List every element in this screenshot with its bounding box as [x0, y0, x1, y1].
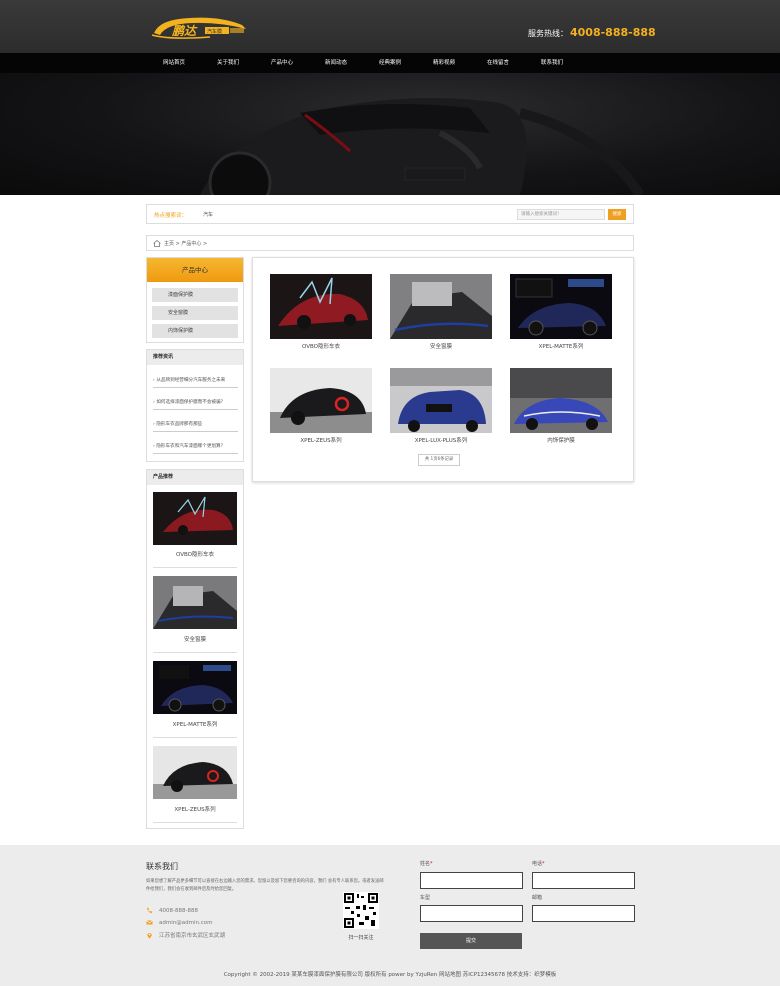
news-item[interactable]: › 隐形车衣和汽车漆面哪个更划算？ — [153, 443, 238, 454]
product-thumb-matte[interactable] — [153, 661, 237, 714]
hot-search-label: 热点搜索词： — [154, 213, 188, 219]
banner-car-image — [200, 98, 645, 195]
product-caption[interactable]: XPEL-LUX-PLUS系列 — [390, 436, 492, 444]
product-grid: OVBO隐形车衣 安全窗膜 XPEL-MATTE系列 XPEL-ZEUS系列 X… — [252, 257, 634, 482]
name-input[interactable] — [420, 872, 523, 889]
breadcrumb: 主页 > 产品中心 > — [146, 235, 634, 251]
nav-home[interactable]: 网站首页 — [147, 53, 201, 73]
main-nav: 网站首页 关于我们 产品中心 新闻动态 经典案例 精彩视频 在线留言 联系我们 — [0, 53, 780, 73]
qr-code-icon — [343, 892, 379, 929]
nav-message[interactable]: 在线留言 — [471, 53, 525, 73]
contact-address: 江苏省南京市玄武区玄武湖 — [146, 931, 225, 939]
hotline: 服务热线： 4008-888-888 — [528, 26, 656, 39]
contact-email: admin@admin.com — [146, 919, 212, 926]
product-image-lux-plus[interactable] — [390, 368, 492, 433]
home-icon[interactable] — [153, 240, 161, 247]
news-item-text[interactable]: 隐形车衣和汽车漆面哪个更划算？ — [156, 444, 225, 449]
phone-icon — [147, 907, 153, 913]
site-header: 鹏达 汽车膜 服务热线： 4008-888-888 — [0, 0, 780, 53]
qr-caption: 扫一扫关注 — [348, 935, 374, 941]
product-image-interior[interactable] — [510, 368, 612, 433]
product-thumb-ovbo[interactable] — [153, 492, 237, 545]
submit-button[interactable]: 提交 — [420, 933, 522, 949]
phone-label: 电话* — [532, 860, 545, 867]
sidebar-products: 产品推荐 OVBO隐形车衣 安全窗膜 XPEL-MATTE系列 XPEL-ZEU… — [146, 469, 244, 829]
phone-input[interactable] — [532, 872, 635, 889]
news-item[interactable]: › 隐形车衣品牌那有那些 — [153, 421, 238, 432]
required-mark: * — [542, 861, 545, 867]
location-icon — [147, 932, 152, 939]
news-item-text[interactable]: 如何选择漆面保护膜而不会被骗？ — [156, 400, 225, 405]
email-input[interactable] — [532, 905, 635, 922]
news-item[interactable]: › 如何选择漆面保护膜而不会被骗？ — [153, 399, 238, 410]
hot-search-bar: 热点搜索词： 汽车 请输入搜索关键词！ 搜索 — [146, 204, 634, 224]
pagination-info: 共 1页6条记录 — [418, 454, 460, 466]
contact-phone-text: 4008-888-888 — [159, 907, 198, 914]
product-caption[interactable]: 安全窗膜 — [390, 342, 492, 350]
product-image-matte[interactable] — [510, 274, 612, 339]
divider — [153, 822, 237, 823]
nav-news[interactable]: 新闻动态 — [309, 53, 363, 73]
logo-text: 鹏达 — [171, 24, 198, 38]
hotline-label: 服务热线： — [528, 29, 568, 38]
contact-phone: 4008-888-888 — [146, 907, 198, 914]
divider — [153, 567, 237, 568]
sidebar-news: 推荐资讯 › 从品牌到经营细分汽车服务之未来 › 如何选择漆面保护膜而不会被骗？… — [146, 349, 244, 462]
breadcrumb-text[interactable]: 主页 > 产品中心 > — [164, 240, 207, 247]
contact-title: 联系我们 — [146, 862, 178, 871]
product-image-ovbo[interactable] — [270, 274, 372, 339]
car-label: 车型 — [420, 895, 431, 901]
product-thumb-zeus[interactable] — [153, 746, 237, 799]
news-item-text[interactable]: 从品牌到经营细分汽车服务之未来 — [156, 378, 225, 383]
nav-videos[interactable]: 精彩视频 — [417, 53, 471, 73]
news-item-text[interactable]: 隐形车衣品牌那有那些 — [156, 422, 202, 427]
email-icon — [146, 920, 153, 925]
logo-icon[interactable]: 鹏达 汽车膜 — [150, 13, 250, 43]
product-caption[interactable]: OVBO隐形车衣 — [153, 550, 237, 558]
product-thumb-window[interactable] — [153, 576, 237, 629]
news-item[interactable]: › 从品牌到经营细分汽车服务之未来 — [153, 377, 238, 388]
product-caption[interactable]: 安全窗膜 — [153, 635, 237, 643]
products-title: 产品推荐 — [147, 470, 243, 485]
copyright: Copyright © 2002-2019 某某车膜漆面保护膜有限公司 版权所有… — [223, 972, 557, 978]
product-image-zeus[interactable] — [270, 368, 372, 433]
required-mark: * — [430, 861, 433, 867]
search-button[interactable]: 搜索 — [608, 209, 626, 220]
product-image-window[interactable] — [390, 274, 492, 339]
product-caption[interactable]: XPEL-MATTE系列 — [510, 342, 612, 350]
divider — [153, 737, 237, 738]
logo-sub: 汽车膜 — [207, 28, 222, 35]
sidebar-item-paint-film[interactable]: 漆面保护膜 — [152, 288, 238, 302]
email-label: 邮箱 — [532, 895, 543, 901]
name-label: 姓名* — [420, 860, 433, 867]
search-input[interactable]: 请输入搜索关键词！ — [517, 209, 605, 220]
product-caption[interactable]: XPEL-ZEUS系列 — [270, 436, 372, 444]
sidebar-item-window-film[interactable]: 安全窗膜 — [152, 306, 238, 320]
contact-email-text[interactable]: admin@admin.com — [159, 920, 212, 926]
divider — [153, 652, 237, 653]
site-footer: 联系我们 如果您想了解产品更多细节可以直接在右边输入您的需求。您留以及留下您要咨… — [0, 845, 780, 986]
product-caption[interactable]: 内饰保护膜 — [510, 436, 612, 444]
product-caption[interactable]: OVBO隐形车衣 — [270, 342, 372, 350]
nav-products[interactable]: 产品中心 — [255, 53, 309, 73]
product-caption[interactable]: XPEL-ZEUS系列 — [153, 805, 237, 813]
car-model-input[interactable] — [420, 905, 523, 922]
nav-about[interactable]: 关于我们 — [201, 53, 255, 73]
hero-banner — [0, 73, 780, 195]
hotline-number: 4008-888-888 — [570, 26, 656, 39]
category-title: 产品中心 — [147, 258, 243, 282]
nav-contact[interactable]: 联系我们 — [525, 53, 579, 73]
sidebar-categories: 产品中心 漆面保护膜 安全窗膜 内饰保护膜 — [146, 257, 244, 343]
news-title: 推荐资讯 — [147, 350, 243, 365]
contact-address-text: 江苏省南京市玄武区玄武湖 — [159, 933, 226, 939]
product-caption[interactable]: XPEL-MATTE系列 — [153, 720, 237, 728]
sidebar-item-interior-film[interactable]: 内饰保护膜 — [152, 324, 238, 338]
nav-cases[interactable]: 经典案例 — [363, 53, 417, 73]
hot-search-word[interactable]: 汽车 — [203, 211, 213, 218]
name-label-text: 姓名 — [420, 861, 431, 867]
phone-label-text: 电话 — [532, 861, 543, 867]
